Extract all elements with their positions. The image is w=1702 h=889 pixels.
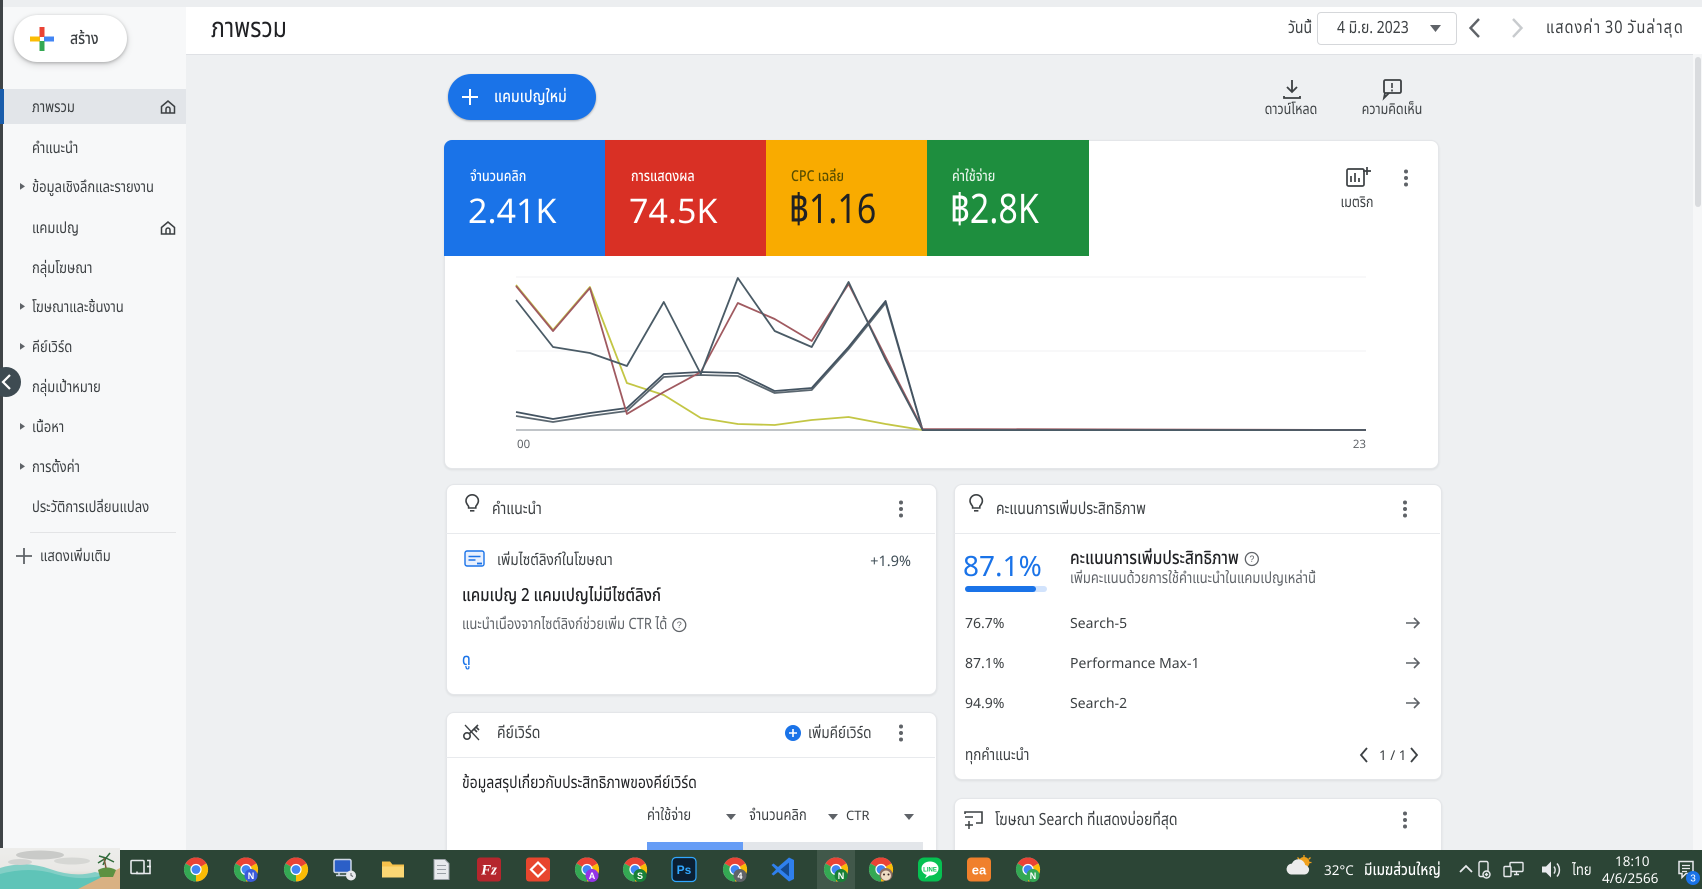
svg-text:N: N xyxy=(1030,871,1037,881)
svg-text:?: ? xyxy=(677,620,682,630)
svg-text:Ps: Ps xyxy=(677,863,692,877)
svg-text:N: N xyxy=(248,871,255,881)
svg-text:A: A xyxy=(589,871,596,881)
svg-text:N: N xyxy=(838,871,845,881)
svg-text:LINE: LINE xyxy=(923,868,937,874)
svg-text:3: 3 xyxy=(1690,874,1696,885)
svg-text:4: 4 xyxy=(737,871,742,881)
svg-text:?: ? xyxy=(1249,554,1254,564)
svg-text:Fz: Fz xyxy=(480,863,497,879)
svg-text:ea: ea xyxy=(972,863,987,878)
svg-text:S: S xyxy=(637,871,643,881)
